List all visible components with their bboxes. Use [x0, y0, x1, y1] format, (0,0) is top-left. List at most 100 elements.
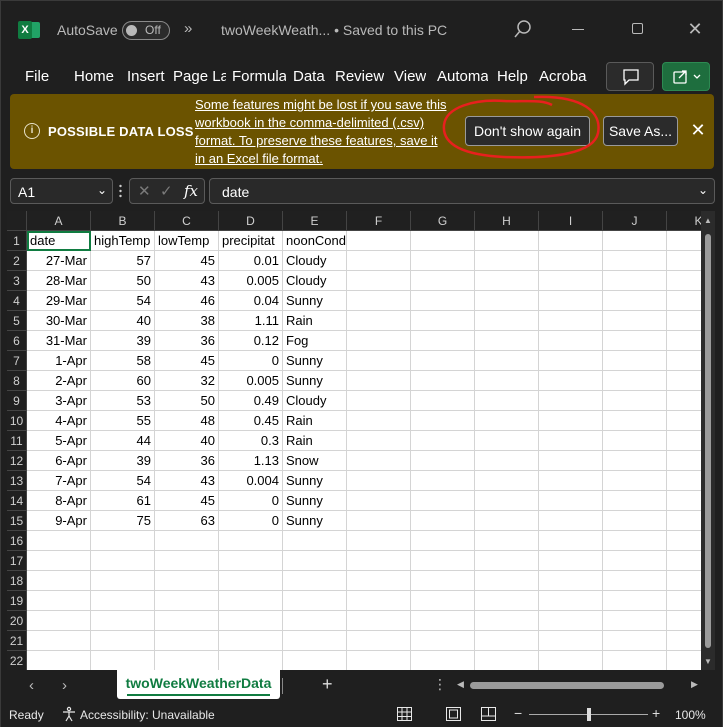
table-cell[interactable]	[155, 551, 219, 571]
table-cell[interactable]	[539, 591, 603, 611]
table-cell[interactable]: 54	[91, 291, 155, 311]
table-cell[interactable]: 0.3	[219, 431, 283, 451]
table-cell[interactable]: 9-Apr	[27, 511, 91, 531]
table-cell[interactable]	[475, 531, 539, 551]
table-cell[interactable]	[603, 551, 667, 571]
table-cell[interactable]	[539, 431, 603, 451]
row-header[interactable]: 7	[7, 351, 27, 371]
column-header[interactable]: G	[411, 211, 475, 231]
table-cell[interactable]	[155, 591, 219, 611]
table-cell[interactable]	[475, 411, 539, 431]
table-cell[interactable]	[603, 531, 667, 551]
table-cell[interactable]: 0.12	[219, 331, 283, 351]
table-cell[interactable]: precipitat	[219, 231, 283, 251]
table-cell[interactable]	[603, 331, 667, 351]
autosave-toggle[interactable]: Off	[122, 21, 170, 40]
table-cell[interactable]	[539, 471, 603, 491]
table-cell[interactable]: date	[27, 231, 91, 251]
insert-function-icon[interactable]: fx	[184, 182, 198, 200]
table-cell[interactable]	[91, 551, 155, 571]
table-cell[interactable]	[347, 371, 411, 391]
table-cell[interactable]	[603, 571, 667, 591]
table-cell[interactable]	[219, 591, 283, 611]
table-cell[interactable]: 40	[155, 431, 219, 451]
scroll-right-icon[interactable]: ▶	[691, 679, 698, 690]
table-cell[interactable]: 1.13	[219, 451, 283, 471]
table-cell[interactable]	[91, 611, 155, 631]
table-cell[interactable]	[347, 611, 411, 631]
previous-sheet-icon[interactable]: ‹	[29, 677, 34, 694]
table-cell[interactable]: 0.005	[219, 371, 283, 391]
table-cell[interactable]: 36	[155, 331, 219, 351]
table-cell[interactable]	[411, 591, 475, 611]
formula-input[interactable]: date ⌄	[209, 178, 715, 204]
table-cell[interactable]	[539, 371, 603, 391]
table-cell[interactable]	[539, 491, 603, 511]
table-cell[interactable]	[603, 431, 667, 451]
table-cell[interactable]	[27, 651, 91, 670]
row-header[interactable]: 15	[7, 511, 27, 531]
share-button[interactable]	[662, 62, 710, 91]
table-cell[interactable]	[219, 611, 283, 631]
table-cell[interactable]: 39	[91, 451, 155, 471]
table-cell[interactable]	[603, 451, 667, 471]
table-cell[interactable]: 28-Mar	[27, 271, 91, 291]
table-cell[interactable]	[411, 431, 475, 451]
table-cell[interactable]	[347, 251, 411, 271]
next-sheet-icon[interactable]: ›	[62, 677, 67, 694]
comments-button[interactable]	[606, 62, 654, 91]
table-cell[interactable]: noonCondition	[283, 231, 347, 251]
row-header[interactable]: 16	[7, 531, 27, 551]
table-cell[interactable]	[347, 351, 411, 371]
document-title[interactable]: twoWeekWeath... • Saved to this PC	[221, 22, 447, 38]
table-cell[interactable]	[603, 231, 667, 251]
table-cell[interactable]	[539, 291, 603, 311]
table-cell[interactable]: 50	[91, 271, 155, 291]
scroll-left-icon[interactable]: ◀	[457, 679, 464, 690]
table-cell[interactable]	[27, 531, 91, 551]
more-commands-icon[interactable]: »	[184, 20, 192, 37]
page-break-icon[interactable]	[481, 707, 496, 721]
table-cell[interactable]: 0	[219, 511, 283, 531]
table-cell[interactable]	[219, 631, 283, 651]
table-cell[interactable]: 27-Mar	[27, 251, 91, 271]
table-cell[interactable]: 45	[155, 491, 219, 511]
normal-view-icon[interactable]	[397, 707, 412, 721]
table-cell[interactable]	[475, 311, 539, 331]
table-cell[interactable]	[347, 651, 411, 670]
table-cell[interactable]	[27, 591, 91, 611]
table-cell[interactable]	[91, 651, 155, 670]
table-cell[interactable]	[411, 651, 475, 670]
table-cell[interactable]	[155, 611, 219, 631]
zoom-level[interactable]: 100%	[675, 708, 706, 722]
table-cell[interactable]	[155, 571, 219, 591]
table-cell[interactable]	[27, 611, 91, 631]
table-cell[interactable]: 8-Apr	[27, 491, 91, 511]
row-header[interactable]: 22	[7, 651, 27, 670]
table-cell[interactable]	[411, 411, 475, 431]
tab-view[interactable]: View	[394, 68, 426, 85]
column-header[interactable]: A	[27, 211, 91, 231]
table-cell[interactable]	[475, 431, 539, 451]
table-cell[interactable]: Sunny	[283, 491, 347, 511]
table-cell[interactable]: Sunny	[283, 371, 347, 391]
table-cell[interactable]	[475, 391, 539, 411]
table-cell[interactable]	[539, 231, 603, 251]
table-cell[interactable]	[475, 251, 539, 271]
table-cell[interactable]	[283, 651, 347, 670]
table-cell[interactable]	[155, 531, 219, 551]
table-cell[interactable]: 45	[155, 251, 219, 271]
table-cell[interactable]	[411, 391, 475, 411]
table-cell[interactable]	[539, 351, 603, 371]
column-header[interactable]: B	[91, 211, 155, 231]
tab-help[interactable]: Help	[497, 68, 528, 85]
table-cell[interactable]: 45	[155, 351, 219, 371]
table-cell[interactable]	[411, 551, 475, 571]
row-header[interactable]: 14	[7, 491, 27, 511]
tab-automate[interactable]: Automa	[437, 68, 488, 85]
table-cell[interactable]	[539, 631, 603, 651]
table-cell[interactable]	[411, 251, 475, 271]
table-cell[interactable]: 0.005	[219, 271, 283, 291]
column-header[interactable]: H	[475, 211, 539, 231]
row-header[interactable]: 2	[7, 251, 27, 271]
